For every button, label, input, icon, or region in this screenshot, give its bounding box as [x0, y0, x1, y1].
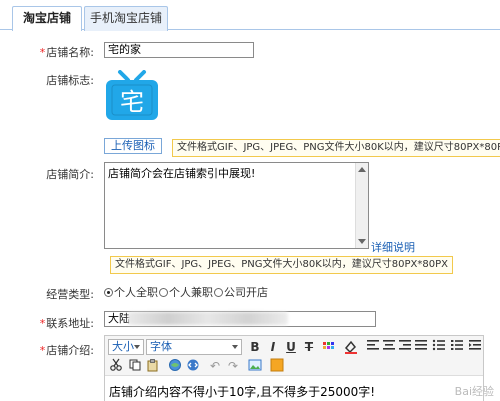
rich-text-editor: 大小 字体 B I U T ↶ ↷ 店铺介绍内容不得小于10字,且不得多于250…: [104, 335, 484, 401]
editor-toolbar: 大小 字体 B I U T ↶ ↷: [105, 336, 483, 376]
chevron-down-icon: [232, 345, 238, 349]
shop-intro-textarea[interactable]: 店铺简介会在店铺索引中展现!: [104, 162, 369, 249]
font-color-icon[interactable]: [321, 339, 337, 355]
undo-icon[interactable]: ↶: [207, 358, 223, 374]
watermark: Bai经验: [454, 385, 494, 398]
unordered-list-icon[interactable]: [449, 339, 465, 355]
intro-hint: 文件格式GIF、JPG、JPEG、PNG文件大小80K以内，建议尺寸80PX*8…: [110, 256, 453, 274]
tab-mobile-taobao-shop[interactable]: 手机淘宝店铺: [84, 6, 168, 31]
highlight-color-icon[interactable]: [343, 339, 359, 355]
business-type-radio-group: 个人全职 个人兼职 公司开店: [104, 284, 269, 300]
redo-icon[interactable]: ↷: [225, 358, 241, 374]
shop-intro-label: 店铺简介:: [46, 168, 94, 181]
ordered-list-icon[interactable]: [431, 339, 447, 355]
chevron-down-icon: [134, 345, 140, 349]
source-code-icon[interactable]: [185, 358, 201, 374]
paste-icon[interactable]: [145, 358, 161, 374]
shop-desc-label: *店铺介绍:: [39, 344, 94, 357]
textarea-scrollbar[interactable]: [355, 163, 368, 248]
indent-icon[interactable]: [467, 339, 483, 355]
shop-name-input[interactable]: 宅的家: [104, 42, 254, 58]
image-link-icon[interactable]: [167, 358, 183, 374]
required-mark: *: [39, 344, 46, 357]
italic-icon[interactable]: I: [265, 339, 281, 355]
bold-icon[interactable]: B: [247, 339, 263, 355]
address-label: *联系地址:: [39, 317, 94, 330]
logo-hint: 文件格式GIF、JPG、JPEG、PNG文件大小80K以内，建议尺寸80PX*8…: [172, 139, 500, 157]
business-type-label: 经营类型:: [46, 288, 94, 301]
align-right-icon[interactable]: [397, 339, 413, 355]
upload-icon-button[interactable]: 上传图标: [104, 138, 162, 154]
editor-content[interactable]: 店铺介绍内容不得小于10字,且不得多于25000字!: [109, 383, 375, 400]
insert-flash-icon[interactable]: [269, 358, 285, 374]
shop-name-label: *店铺名称:: [39, 46, 94, 59]
radio-option-fulltime[interactable]: 个人全职: [104, 284, 158, 300]
align-left-icon[interactable]: [365, 339, 381, 355]
insert-image-icon[interactable]: [247, 358, 263, 374]
blurred-address-text: [128, 312, 288, 325]
shop-logo-label: 店铺标志:: [46, 74, 94, 87]
shop-intro-text: 店铺简介会在店铺索引中展现!: [108, 167, 256, 180]
radio-checked-icon[interactable]: [104, 287, 113, 297]
underline-icon[interactable]: U: [283, 339, 299, 355]
required-mark: *: [39, 317, 46, 330]
font-family-select[interactable]: 字体: [146, 339, 242, 355]
svg-text:宅: 宅: [120, 88, 144, 116]
tab-taobao-shop[interactable]: 淘宝店铺: [12, 6, 82, 31]
strikethrough-icon[interactable]: T: [301, 339, 317, 355]
scroll-up-icon[interactable]: [358, 167, 366, 172]
radio-option-parttime[interactable]: 个人兼职: [159, 284, 213, 300]
radio-unchecked-icon[interactable]: [214, 287, 223, 297]
scroll-down-icon[interactable]: [358, 239, 366, 244]
copy-icon[interactable]: [127, 358, 143, 374]
cut-icon[interactable]: [108, 358, 124, 374]
tab-bar: 淘宝店铺 手机淘宝店铺: [0, 0, 500, 31]
align-center-icon[interactable]: [381, 339, 397, 355]
shop-logo-image: 宅: [106, 70, 158, 120]
font-size-select[interactable]: 大小: [108, 339, 144, 355]
radio-option-company[interactable]: 公司开店: [214, 284, 268, 300]
align-justify-icon[interactable]: [413, 339, 429, 355]
radio-unchecked-icon[interactable]: [159, 287, 168, 297]
required-mark: *: [39, 46, 46, 59]
details-link[interactable]: 详细说明: [371, 239, 415, 255]
